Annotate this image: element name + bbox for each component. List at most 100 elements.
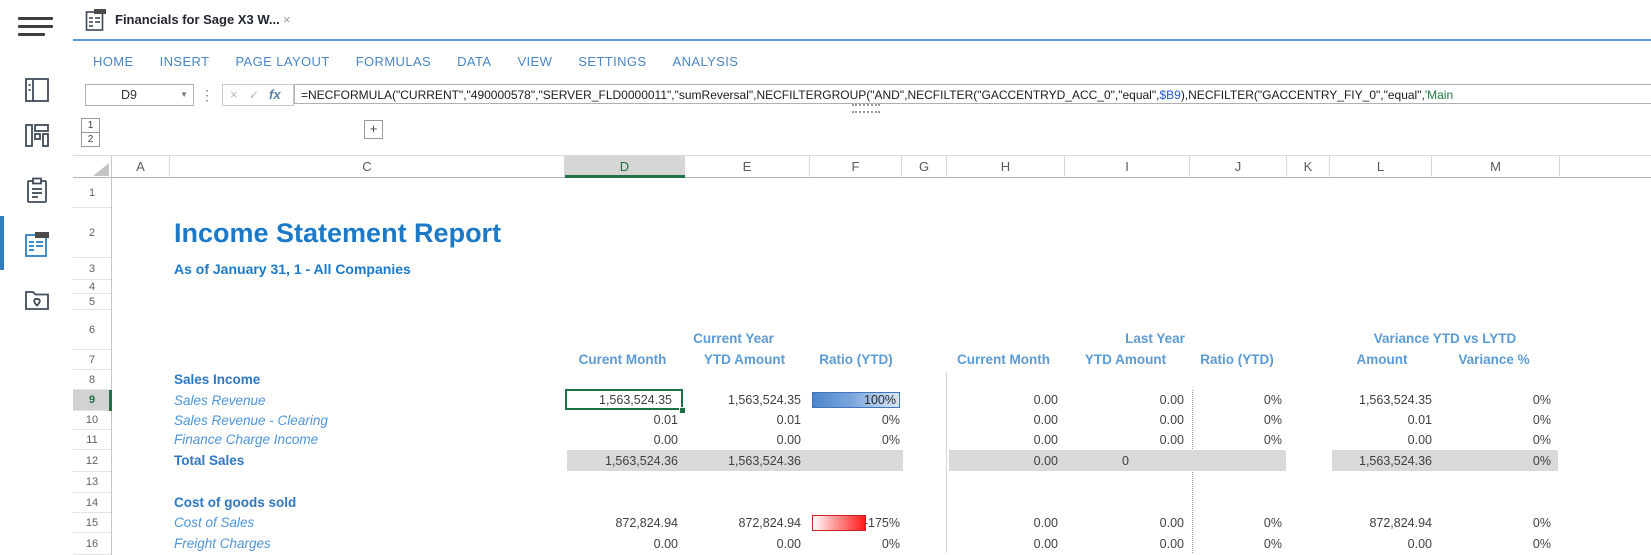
menu-insert[interactable]: INSERT (160, 54, 210, 69)
subheader-amount-var[interactable]: Amount (1332, 350, 1432, 370)
column-header-f[interactable]: F (810, 156, 902, 178)
cancel-entry-icon[interactable]: × (230, 85, 238, 105)
cell-j11[interactable]: 0% (1192, 430, 1282, 450)
row-header-7[interactable]: 7 (73, 350, 111, 370)
cell-e9[interactable]: 1,563,524.35 (688, 390, 801, 411)
subheader-current-month-cy[interactable]: Curent Month (567, 350, 678, 370)
cell-j9[interactable]: 0% (1192, 390, 1282, 411)
cell-j16[interactable]: 0% (1192, 533, 1282, 555)
row-header-15[interactable]: 15 (73, 513, 111, 533)
cell-h16[interactable]: 0.00 (949, 533, 1058, 555)
cell-f15[interactable]: -175% (812, 513, 900, 533)
report-title[interactable]: Income Statement Report (174, 208, 501, 258)
name-box[interactable]: D9 ▼ (85, 84, 194, 106)
cell-d16[interactable]: 0.00 (567, 533, 678, 555)
cell-j10[interactable]: 0% (1192, 411, 1282, 430)
column-header-h[interactable]: H (947, 156, 1065, 178)
cell-e12[interactable]: 1,563,524.36 (688, 450, 801, 472)
total-label[interactable]: Total Sales (174, 450, 564, 472)
dashboard-icon[interactable] (22, 120, 52, 150)
cell-h11[interactable]: 0.00 (949, 430, 1058, 450)
confirm-entry-icon[interactable]: ✓ (249, 85, 259, 105)
column-header-i[interactable]: I (1065, 156, 1190, 178)
menu-data[interactable]: DATA (457, 54, 491, 69)
cell-m11[interactable]: 0% (1437, 430, 1551, 450)
group-header-variance[interactable]: Variance YTD vs LYTD (1332, 329, 1558, 349)
cell-h9[interactable]: 0.00 (949, 390, 1058, 411)
cell-l10[interactable]: 0.01 (1332, 411, 1432, 430)
subheader-ratio-ytd-ly[interactable]: Ratio (YTD) (1192, 350, 1282, 370)
cell-i10[interactable]: 0.00 (1067, 411, 1184, 430)
cell-h15[interactable]: 0.00 (949, 513, 1058, 533)
more-options-icon[interactable]: ⋮ (200, 84, 214, 106)
cell-e16[interactable]: 0.00 (688, 533, 801, 555)
account-label[interactable]: Sales Revenue (174, 390, 564, 411)
column-header-e[interactable]: E (685, 156, 810, 178)
outline-level-1-button[interactable]: 1 (81, 118, 100, 133)
cell-m12[interactable]: 0% (1437, 450, 1551, 472)
cell-e10[interactable]: 0.01 (688, 411, 801, 430)
subheader-variance-pct[interactable]: Variance % (1437, 350, 1551, 370)
outline-level-2-button[interactable]: 2 (81, 132, 100, 147)
account-label[interactable]: Freight Charges (174, 533, 564, 555)
cell-i9[interactable]: 0.00 (1067, 390, 1184, 411)
cell-l9[interactable]: 1,563,524.35 (1332, 390, 1432, 411)
fill-handle[interactable] (679, 407, 686, 414)
column-header-blank[interactable] (1560, 156, 1651, 178)
cell-h12[interactable]: 0.00 (949, 450, 1058, 472)
insert-function-icon[interactable]: fx (269, 85, 281, 105)
chevron-down-icon[interactable]: ▼ (180, 85, 188, 105)
cell-e15[interactable]: 872,824.94 (688, 513, 801, 533)
row-header-12[interactable]: 12 (73, 450, 111, 472)
group-header-last-year[interactable]: Last Year (1020, 329, 1290, 349)
row-header-2[interactable]: 2 (73, 208, 111, 258)
section-label[interactable]: Sales Income (174, 370, 564, 390)
cell-f11[interactable]: 0% (812, 430, 900, 450)
row-header-13[interactable]: 13 (73, 472, 111, 493)
cell-d15[interactable]: 872,824.94 (567, 513, 678, 533)
cell-i15[interactable]: 0.00 (1067, 513, 1184, 533)
cell-d12[interactable]: 1,563,524.36 (567, 450, 678, 472)
formula-bar-resize-grip[interactable] (852, 104, 880, 113)
cell-i12[interactable]: 0 (1067, 450, 1184, 472)
row-header-1[interactable]: 1 (73, 178, 111, 208)
subheader-ytd-amount-ly[interactable]: YTD Amount (1067, 350, 1184, 370)
cell-m15[interactable]: 0% (1437, 513, 1551, 533)
row-header-8[interactable]: 8 (73, 370, 111, 390)
column-header-m[interactable]: M (1432, 156, 1560, 178)
cell-f9[interactable]: 100% (812, 390, 896, 411)
menu-view[interactable]: VIEW (517, 54, 552, 69)
menu-settings[interactable]: SETTINGS (578, 54, 646, 69)
cell-f10[interactable]: 0% (812, 411, 900, 430)
row-header-5[interactable]: 5 (73, 294, 111, 310)
formula-input[interactable]: =NECFORMULA("CURRENT","490000578","SERVE… (294, 84, 1651, 104)
document-tab[interactable]: Financials for Sage X3 W... × (73, 0, 298, 39)
cell-m10[interactable]: 0% (1437, 411, 1551, 430)
cell-i11[interactable]: 0.00 (1067, 430, 1184, 450)
cell-h10[interactable]: 0.00 (949, 411, 1058, 430)
column-header-g[interactable]: G (902, 156, 947, 178)
outline-expand-button[interactable]: + (364, 120, 383, 139)
section-label[interactable]: Cost of goods sold (174, 493, 564, 513)
subheader-ytd-amount-cy[interactable]: YTD Amount (688, 350, 801, 370)
subheader-ratio-ytd-cy[interactable]: Ratio (YTD) (812, 350, 900, 370)
cell-l15[interactable]: 872,824.94 (1332, 513, 1432, 533)
cell-l11[interactable]: 0.00 (1332, 430, 1432, 450)
select-all-corner[interactable] (73, 156, 112, 178)
notebook-icon[interactable] (22, 75, 52, 105)
account-label[interactable]: Sales Revenue - Clearing (174, 411, 564, 430)
cell-l16[interactable]: 0.00 (1332, 533, 1432, 555)
menu-page-layout[interactable]: PAGE LAYOUT (235, 54, 329, 69)
column-header-c[interactable]: C (170, 156, 565, 178)
row-header-4[interactable]: 4 (73, 280, 111, 294)
favorites-folder-icon[interactable] (22, 284, 52, 314)
row-header-10[interactable]: 10 (73, 411, 111, 430)
cell-f16[interactable]: 0% (812, 533, 900, 555)
report-subtitle[interactable]: As of January 31, 1 - All Companies (174, 258, 411, 280)
row-header-16[interactable]: 16 (73, 533, 111, 555)
menu-home[interactable]: HOME (93, 54, 134, 69)
row-header-6[interactable]: 6 (73, 310, 111, 350)
subheader-current-month-ly[interactable]: Current Month (949, 350, 1058, 370)
row-header-11[interactable]: 11 (73, 430, 111, 450)
cell-d11[interactable]: 0.00 (567, 430, 678, 450)
